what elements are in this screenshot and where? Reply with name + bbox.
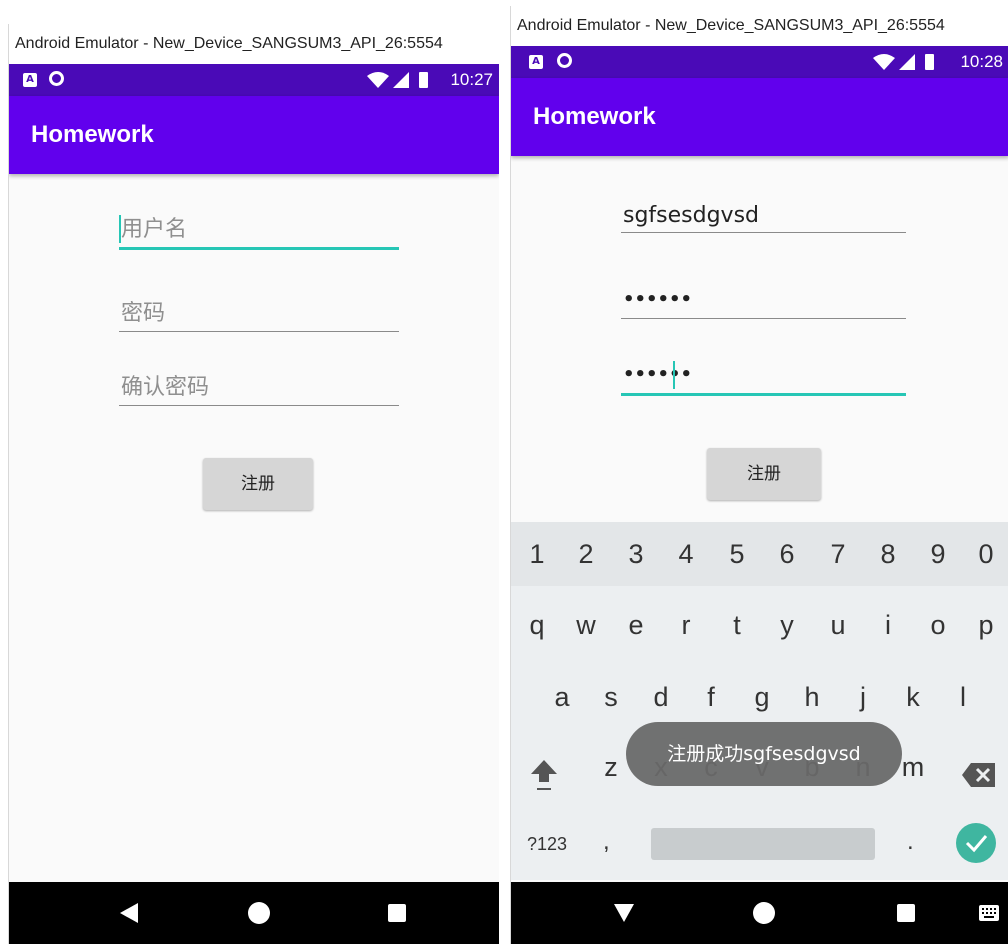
emulator-window-right: Android Emulator - New_Device_SANGSUM3_A… <box>510 6 1008 944</box>
key-i[interactable]: i <box>864 610 912 641</box>
key-g[interactable]: g <box>738 682 786 713</box>
key-5[interactable]: 5 <box>713 522 761 586</box>
hide-keyboard-icon[interactable] <box>612 902 636 924</box>
key-k[interactable]: k <box>889 682 937 713</box>
status-icons <box>367 72 428 88</box>
keyboard-switch-icon[interactable] <box>978 904 1000 922</box>
backspace-icon[interactable] <box>961 762 997 788</box>
text-cursor <box>673 361 675 389</box>
space-bar[interactable] <box>651 828 875 860</box>
done-check-icon[interactable] <box>955 822 997 864</box>
key-r[interactable]: r <box>662 610 710 641</box>
confirm-password-placeholder: 确认密码 <box>121 375 210 400</box>
password-input[interactable]: 密码 <box>119 291 399 332</box>
key-3[interactable]: 3 <box>612 522 660 586</box>
key-d[interactable]: d <box>637 682 685 713</box>
key-s[interactable]: s <box>587 682 635 713</box>
soft-keyboard: 1 2 3 4 5 6 7 8 9 0 q w e r t y u i o p … <box>511 522 1008 880</box>
notification-circle-icon <box>49 71 64 86</box>
battery-icon <box>419 72 428 88</box>
wifi-icon <box>367 72 389 88</box>
window-title: Android Emulator - New_Device_SANGSUM3_A… <box>511 6 1008 46</box>
status-bar: A 10:27 <box>9 64 499 96</box>
wifi-icon <box>873 54 895 70</box>
key-h[interactable]: h <box>788 682 836 713</box>
confirm-password-input[interactable]: 确认密码 <box>119 365 399 406</box>
key-a[interactable]: a <box>538 682 586 713</box>
home-icon[interactable] <box>752 901 776 925</box>
key-f[interactable]: f <box>687 682 735 713</box>
key-q[interactable]: q <box>513 610 561 641</box>
key-9[interactable]: 9 <box>914 522 962 586</box>
window-title: Android Emulator - New_Device_SANGSUM3_A… <box>9 24 499 64</box>
key-t[interactable]: t <box>713 610 761 641</box>
status-time: 10:28 <box>960 52 1003 71</box>
recents-icon[interactable] <box>387 903 407 923</box>
password-value: •••••• <box>623 289 693 310</box>
key-4[interactable]: 4 <box>662 522 710 586</box>
username-input[interactable]: sgfsesdgvsd <box>621 192 906 233</box>
register-button[interactable]: 注册 <box>707 448 821 500</box>
username-input[interactable]: 用户名 <box>119 207 399 250</box>
home-icon[interactable] <box>247 901 271 925</box>
username-value: sgfsesdgvsd <box>623 203 760 228</box>
status-icons <box>873 54 934 70</box>
navigation-bar <box>9 882 499 944</box>
key-j[interactable]: j <box>839 682 887 713</box>
keyboard-number-row: 1 2 3 4 5 6 7 8 9 0 <box>511 522 1008 586</box>
battery-icon <box>925 54 934 70</box>
signal-icon <box>899 54 915 70</box>
key-comma[interactable]: , <box>603 822 610 862</box>
key-period[interactable]: . <box>907 822 914 862</box>
app-title: Homework <box>31 121 154 148</box>
notification-a-icon: A <box>529 55 543 69</box>
shift-icon[interactable] <box>529 758 559 794</box>
key-2[interactable]: 2 <box>562 522 610 586</box>
key-u[interactable]: u <box>814 610 862 641</box>
key-w[interactable]: w <box>562 610 610 641</box>
key-6[interactable]: 6 <box>763 522 811 586</box>
key-7[interactable]: 7 <box>814 522 862 586</box>
toast-message: 注册成功sgfsesdgvsd <box>626 722 902 786</box>
navigation-bar <box>511 882 1008 944</box>
key-0[interactable]: 0 <box>962 522 1008 586</box>
key-l[interactable]: l <box>939 682 987 713</box>
notification-a-icon: A <box>23 73 37 87</box>
confirm-password-value: •••••• <box>623 364 693 385</box>
app-title: Homework <box>533 103 656 130</box>
confirm-password-input[interactable]: •••••• <box>621 353 906 396</box>
app-bar: Homework <box>9 96 499 174</box>
key-p[interactable]: p <box>962 610 1008 641</box>
password-placeholder: 密码 <box>121 301 166 326</box>
emulator-window-left: Android Emulator - New_Device_SANGSUM3_A… <box>8 24 499 944</box>
key-e[interactable]: e <box>612 610 660 641</box>
status-time: 10:27 <box>450 70 493 89</box>
recents-icon[interactable] <box>896 903 916 923</box>
key-symbols[interactable]: ?123 <box>527 828 567 860</box>
app-bar: Homework <box>511 78 1008 156</box>
signal-icon <box>393 72 409 88</box>
password-input[interactable]: •••••• <box>621 278 906 319</box>
username-placeholder: 用户名 <box>121 217 188 242</box>
register-button[interactable]: 注册 <box>203 458 313 510</box>
status-bar: A 10:28 <box>511 46 1008 78</box>
key-1[interactable]: 1 <box>513 522 561 586</box>
back-icon[interactable] <box>118 901 140 925</box>
notification-circle-icon <box>557 53 572 68</box>
key-o[interactable]: o <box>914 610 962 641</box>
key-y[interactable]: y <box>763 610 811 641</box>
key-8[interactable]: 8 <box>864 522 912 586</box>
